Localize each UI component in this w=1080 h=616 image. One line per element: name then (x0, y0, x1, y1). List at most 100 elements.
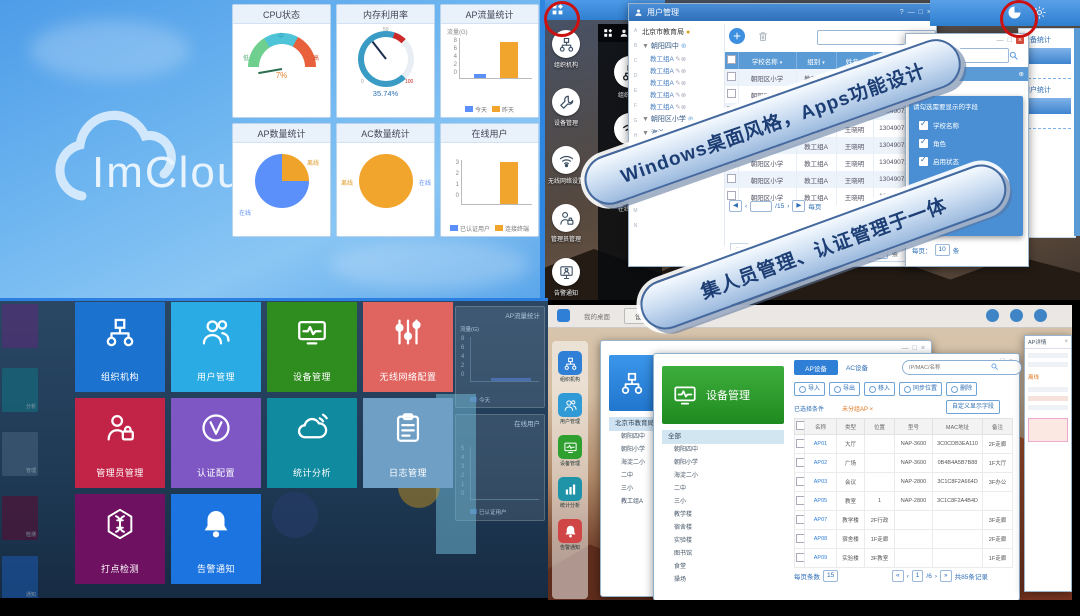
add-user-button[interactable] (729, 28, 745, 44)
select-all-checkbox[interactable] (727, 55, 736, 64)
tree-root[interactable]: 北京市教育局 (642, 29, 684, 36)
index-letter[interactable]: F (631, 99, 640, 114)
index-letter[interactable]: A (631, 24, 640, 39)
desktop-app-icon[interactable] (552, 146, 580, 174)
row-checkbox[interactable] (796, 496, 805, 505)
prev-page-button[interactable]: ‹ (745, 203, 747, 210)
column-header[interactable]: 位置 (865, 419, 895, 435)
tree-member[interactable]: 教工组A ✎⊗ (640, 100, 724, 112)
device-header-tile[interactable]: 设备管理 (662, 366, 784, 424)
app-tile[interactable]: 设备管理 (267, 302, 357, 392)
device-tree-item[interactable]: 教学楼 (662, 509, 784, 522)
device-tree-item[interactable]: 海淀二小 (662, 470, 784, 483)
search-icon[interactable] (1008, 50, 1019, 61)
column-header[interactable]: 学校名称 (738, 52, 796, 69)
device-tree-item[interactable]: 实验楼 (662, 535, 784, 548)
tab-ac-devices[interactable]: AC设备 (846, 362, 868, 372)
first-page-button[interactable]: ◀ (729, 200, 742, 212)
sidebar-app-icon[interactable] (558, 393, 582, 417)
delete-icon[interactable]: ⊗ (681, 92, 686, 99)
device-row[interactable]: AP05 教室1 NAP-28003C1C8F2A4B4D (795, 492, 1013, 511)
app-tile[interactable]: 用户管理 (171, 302, 261, 392)
row-checkbox[interactable] (796, 477, 805, 486)
column-header[interactable]: MAC地址 (933, 419, 983, 435)
sidebar-app-icon[interactable] (558, 519, 582, 543)
tree-group[interactable]: 朝阳四中 (651, 43, 679, 50)
device-link[interactable]: AP09 (805, 549, 837, 568)
row-checkbox[interactable] (796, 439, 805, 448)
filter-label[interactable]: 已选择条件 (794, 404, 824, 413)
app-tile[interactable]: 认证配置 (171, 398, 261, 488)
sidebar-app-icon[interactable] (558, 435, 582, 459)
index-letter[interactable]: B (631, 39, 640, 54)
field-option[interactable]: 角色 (909, 134, 1023, 152)
device-link[interactable]: AP07 (805, 511, 837, 530)
app-tile[interactable]: 组织机构 (75, 302, 165, 392)
column-header[interactable]: 型号 (895, 419, 933, 435)
index-letter[interactable]: D (631, 69, 640, 84)
app-tile[interactable]: 管理员管理 (75, 398, 165, 488)
minimize-button[interactable]: — (997, 37, 1004, 44)
device-row[interactable]: AP01 大厅 NAP-36003C0CDB3EA110 2F走廊 (795, 435, 1013, 454)
app-tile[interactable]: 统计分析 (267, 398, 357, 488)
toolbar-button[interactable]: 移入 (864, 382, 895, 396)
page-input[interactable] (750, 201, 772, 212)
add-column-icon[interactable]: ⊕ (1019, 70, 1024, 78)
row-checkbox[interactable] (796, 534, 805, 543)
column-header[interactable]: 类型 (837, 419, 865, 435)
row-checkbox[interactable] (796, 553, 805, 562)
row-checkbox[interactable] (727, 191, 736, 200)
desktop-app-icon[interactable] (552, 204, 580, 232)
refresh-icon[interactable] (1010, 309, 1023, 322)
tab-ap-devices[interactable]: AP设备 (794, 360, 838, 375)
column-header[interactable]: 备注 (983, 419, 1013, 435)
prev-page-button[interactable]: ‹ (907, 573, 909, 580)
tree-member[interactable]: 教工组A ✎⊗ (640, 76, 724, 88)
row-checkbox[interactable] (727, 174, 736, 183)
index-letter[interactable]: E (631, 84, 640, 99)
checkbox-checked-icon[interactable] (919, 157, 928, 166)
window-control-button[interactable]: □ (919, 9, 923, 16)
tab-desktop[interactable]: 我的桌面 (584, 311, 610, 321)
last-page-button[interactable]: » (940, 570, 952, 582)
row-checkbox[interactable] (796, 458, 805, 467)
search-icon[interactable] (990, 362, 999, 371)
next-page-button[interactable]: › (787, 203, 789, 210)
delete-icon[interactable]: ⊗ (681, 80, 686, 87)
index-letter[interactable]: G (631, 114, 640, 129)
app-tile[interactable]: 打点检测 (75, 494, 165, 584)
device-row[interactable]: AP08 宿舍楼1F走廊 2F走廊 (795, 530, 1013, 549)
page-input[interactable]: 1 (912, 570, 924, 582)
device-link[interactable]: AP01 (805, 435, 837, 454)
window-control-button[interactable]: ? (900, 9, 904, 16)
field-option[interactable]: 学校名称 (909, 116, 1023, 134)
device-tree-item[interactable]: 三小 (662, 496, 784, 509)
column-header[interactable]: 组别 (796, 52, 836, 69)
close-icon[interactable]: × (1064, 339, 1068, 345)
column-header[interactable]: 名称 (805, 419, 837, 435)
checkbox-checked-icon[interactable] (919, 121, 928, 130)
per-page-value[interactable]: 15 (823, 570, 838, 582)
sidebar-app-icon[interactable] (558, 477, 582, 501)
user-icon[interactable] (1034, 309, 1047, 322)
filter-tag[interactable]: 未分组AP × (842, 404, 873, 413)
device-tree-item[interactable]: 二中 (662, 483, 784, 496)
device-search-input[interactable] (902, 360, 1022, 375)
index-letter[interactable]: M (631, 204, 640, 219)
delete-icon[interactable]: ⊗ (681, 68, 686, 75)
toolbar-button[interactable]: 导出 (829, 382, 860, 396)
next-page-button[interactable]: › (935, 573, 937, 580)
first-page-button[interactable]: « (892, 570, 904, 582)
device-tree-item[interactable]: 图书馆 (662, 548, 784, 561)
window-control-button[interactable]: □ (913, 345, 917, 352)
device-link[interactable]: AP05 (805, 492, 837, 511)
device-tree-root[interactable]: 全部 (662, 430, 784, 444)
device-tree-item[interactable]: 朝阳小学 (662, 457, 784, 470)
device-tree-item[interactable]: 操场 (662, 574, 784, 587)
per-page-value[interactable]: 10 (935, 244, 950, 256)
device-row[interactable]: AP03 会议 NAP-28003C1C8F2A664D 3F办公 (795, 473, 1013, 492)
app-tile[interactable]: 告警通知 (171, 494, 261, 584)
row-checkbox[interactable] (727, 72, 736, 81)
select-all-checkbox[interactable] (796, 421, 805, 430)
index-letter[interactable]: N (631, 219, 640, 234)
